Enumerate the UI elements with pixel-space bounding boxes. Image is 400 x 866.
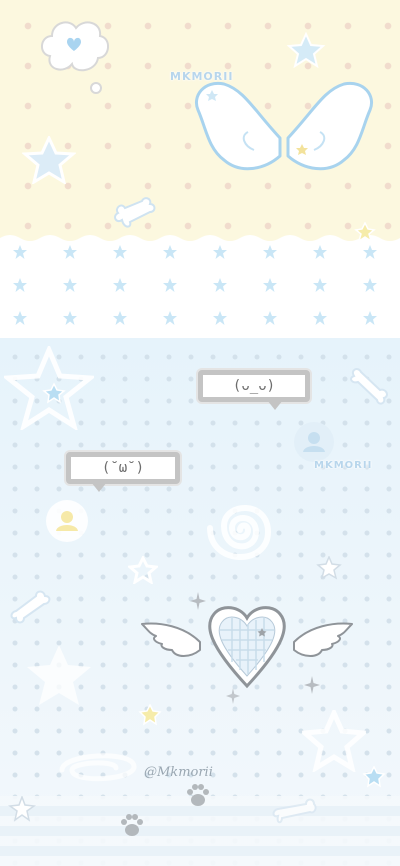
heart-with-wings-icon [141, 606, 353, 689]
bone-icon [10, 590, 51, 624]
bone-icon [350, 368, 388, 405]
star-stripe-section [0, 232, 400, 342]
user-icon [46, 500, 88, 542]
wings-icon [195, 81, 373, 171]
star-icon [27, 645, 91, 705]
kaomoji-text: (˘ω˘) [101, 460, 145, 476]
star-icon [4, 346, 94, 430]
star-icon [138, 704, 162, 726]
signature: @Mkmorii [144, 765, 213, 780]
user-icon [294, 422, 334, 462]
swirl-icon [59, 753, 137, 782]
bone-icon [272, 798, 317, 824]
star-icon [362, 766, 386, 788]
star-icon [354, 222, 376, 242]
kaomoji-bubble-right: (ᴗ_ᴗ) [198, 370, 310, 410]
star-icon [128, 556, 158, 584]
star-icon [316, 556, 342, 580]
star-icon [302, 710, 366, 772]
watermark-mid: MKMORII [314, 460, 373, 471]
star-row-pattern [0, 232, 400, 325]
paw-icon [121, 814, 143, 836]
star-icon [8, 796, 36, 822]
paw-icon [187, 784, 209, 806]
kaomoji-text: (ᴗ_ᴗ) [232, 378, 276, 394]
swirl-icon [207, 505, 272, 560]
bone-icon [114, 197, 156, 228]
star-icon [286, 32, 326, 68]
thought-cloud-icon [41, 21, 109, 94]
star-icon [22, 136, 76, 184]
kaomoji-bubble-left: (˘ω˘) [66, 452, 180, 492]
